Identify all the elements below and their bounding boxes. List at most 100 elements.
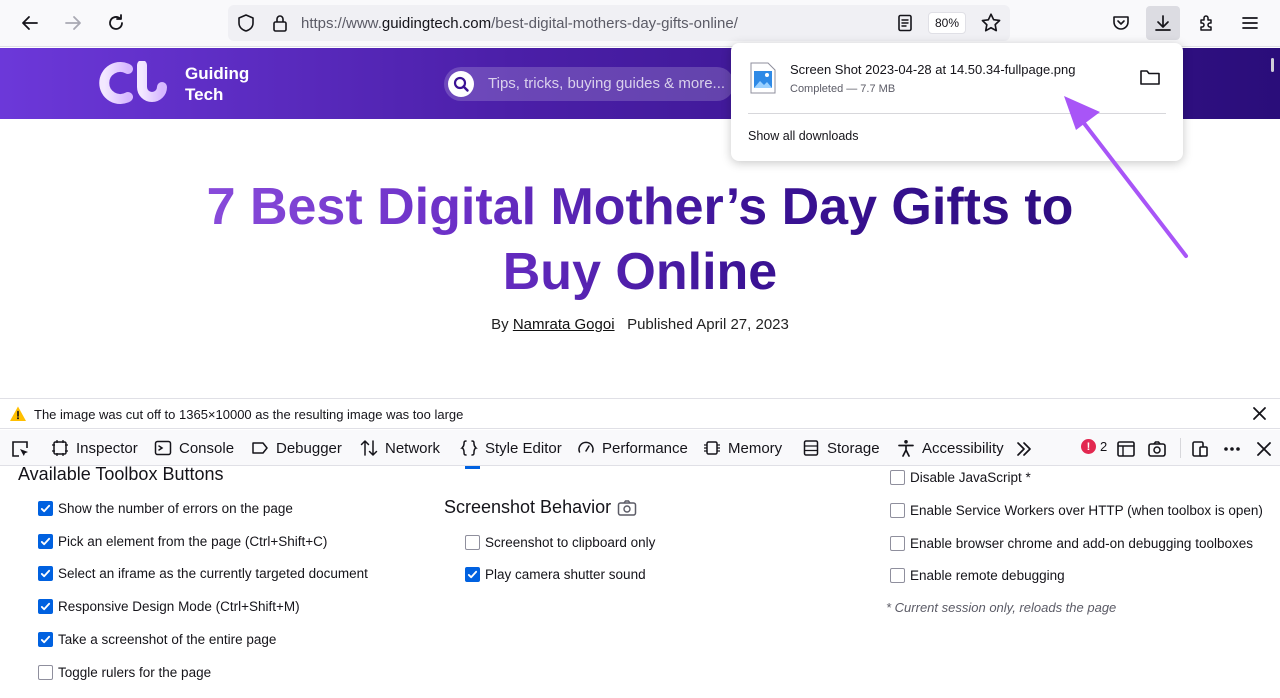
element-picker-icon[interactable] [10, 439, 30, 459]
pocket-button[interactable] [1104, 6, 1138, 40]
checkbox-checked[interactable] [38, 566, 53, 581]
chevron-double-right-icon[interactable] [1014, 439, 1034, 459]
console-icon [154, 440, 172, 456]
warning-text: The image was cut off to 1365×10000 as t… [34, 407, 464, 422]
clipped-checkbox [465, 466, 480, 469]
app-menu-button[interactable] [1233, 6, 1267, 40]
tab-performance[interactable]: Performance [577, 430, 688, 466]
tab-debugger[interactable]: Debugger [251, 430, 342, 466]
download-file-name[interactable]: Screen Shot 2023-04-28 at 14.50.34-fullp… [790, 62, 1076, 77]
tab-memory[interactable]: Memory [703, 430, 782, 466]
toolbar-divider [1180, 438, 1181, 458]
option-chrome-debugging[interactable]: Enable browser chrome and add-on debuggi… [890, 536, 1253, 551]
tab-storage[interactable]: Storage [802, 430, 880, 466]
site-logo-text[interactable]: Guiding Tech [185, 63, 249, 105]
reload-icon [109, 14, 123, 30]
camera-icon [617, 499, 637, 516]
shield-icon[interactable] [236, 13, 256, 33]
checkbox-unchecked[interactable] [890, 470, 905, 485]
checkmark-icon [40, 602, 51, 611]
checkbox-unchecked[interactable] [890, 536, 905, 551]
option-disable-javascript[interactable]: Disable JavaScript * [890, 470, 1031, 485]
option-service-workers[interactable]: Enable Service Workers over HTTP (when t… [890, 503, 1263, 518]
checkmark-icon [40, 569, 51, 578]
checkbox-checked[interactable] [465, 567, 480, 582]
site-search-placeholder: Tips, tricks, buying guides & more... [488, 75, 726, 92]
reader-view-icon[interactable] [895, 13, 915, 33]
url-bar[interactable]: https://www.guidingtech.com/best-digital… [228, 5, 1010, 41]
close-icon[interactable] [1251, 405, 1268, 422]
folder-icon[interactable] [1139, 67, 1161, 87]
checkbox-unchecked[interactable] [465, 535, 480, 550]
hamburger-menu-icon [1242, 17, 1258, 29]
tab-inspector[interactable]: Inspector [51, 430, 138, 466]
bookmark-star-icon[interactable] [980, 12, 1002, 34]
page-scrollbar[interactable] [1271, 58, 1274, 72]
inspector-icon [52, 440, 68, 456]
option-show-error-count[interactable]: Show the number of errors on the page [38, 501, 293, 516]
camera-icon[interactable] [1147, 439, 1167, 459]
option-remote-debugging[interactable]: Enable remote debugging [890, 568, 1065, 583]
gauge-icon [578, 441, 594, 453]
back-button[interactable] [13, 6, 47, 40]
checkbox-unchecked[interactable] [890, 568, 905, 583]
download-icon [1155, 15, 1171, 31]
checkmark-icon [40, 537, 51, 546]
option-screenshot-clipboard[interactable]: Screenshot to clipboard only [465, 535, 655, 550]
arrow-right-icon [65, 16, 81, 30]
option-pick-element[interactable]: Pick an element from the page (Ctrl+Shif… [38, 534, 327, 549]
more-options-icon[interactable] [1222, 439, 1242, 459]
checkbox-checked[interactable] [38, 501, 53, 516]
pocket-icon [1113, 16, 1129, 30]
checkbox-checked[interactable] [38, 599, 53, 614]
image-file-icon[interactable] [750, 62, 776, 94]
option-shutter-sound[interactable]: Play camera shutter sound [465, 567, 646, 582]
iframe-select-icon[interactable] [1116, 439, 1136, 459]
screenshot-warning-bar: The image was cut off to 1365×10000 as t… [0, 398, 1280, 429]
tab-console[interactable]: Console [154, 430, 234, 466]
option-select-iframe[interactable]: Select an iframe as the currently target… [38, 566, 368, 581]
guiding-tech-logo-icon[interactable] [94, 61, 172, 105]
tab-style-editor[interactable]: Style Editor [460, 430, 562, 466]
option-responsive-design[interactable]: Responsive Design Mode (Ctrl+Shift+M) [38, 599, 300, 614]
braces-icon [460, 440, 478, 456]
checkbox-checked[interactable] [38, 534, 53, 549]
reload-button[interactable] [99, 6, 133, 40]
accessibility-icon [898, 440, 914, 457]
checkmark-icon [40, 504, 51, 513]
checkmark-icon [467, 570, 478, 579]
show-all-downloads-button[interactable]: Show all downloads [748, 129, 859, 143]
error-icon: ! [1081, 439, 1096, 454]
error-count-badge[interactable]: ! 2 [1081, 439, 1107, 454]
screenshot-behavior-heading: Screenshot Behavior [444, 497, 637, 518]
article-title: 7 Best Digital Mother’s Day Gifts to Buy… [60, 175, 1220, 305]
browser-toolbar: https://www.guidingtech.com/best-digital… [0, 0, 1280, 47]
zoom-level-button[interactable]: 80% [928, 12, 966, 34]
checkbox-unchecked[interactable] [38, 665, 53, 680]
close-devtools-icon[interactable] [1254, 439, 1274, 459]
option-screenshot-page[interactable]: Take a screenshot of the entire page [38, 632, 276, 647]
downloads-button[interactable] [1146, 6, 1180, 40]
tab-accessibility[interactable]: Accessibility [897, 430, 1004, 466]
author-link[interactable]: Namrata Gogoi [513, 316, 615, 333]
site-search-input[interactable]: Tips, tricks, buying guides & more... [444, 67, 734, 101]
network-arrows-icon [360, 440, 378, 456]
option-toggle-rulers[interactable]: Toggle rulers for the page [38, 665, 211, 680]
url-text[interactable]: https://www.guidingtech.com/best-digital… [301, 15, 738, 32]
lock-icon[interactable] [270, 13, 290, 33]
storage-icon [803, 440, 819, 456]
extensions-button[interactable] [1190, 6, 1224, 40]
checkbox-unchecked[interactable] [890, 503, 905, 518]
annotation-arrow [1064, 96, 1188, 258]
article-byline: By Namrata Gogoi Published April 27, 202… [491, 316, 789, 333]
puzzle-icon [1200, 15, 1212, 31]
forward-button[interactable] [56, 6, 90, 40]
checkbox-checked[interactable] [38, 632, 53, 647]
tab-network[interactable]: Network [360, 430, 440, 466]
dock-side-icon[interactable] [1190, 439, 1210, 459]
toolbox-buttons-heading: Available Toolbox Buttons [18, 466, 224, 484]
session-note: * Current session only, reloads the page [886, 600, 1117, 615]
debugger-icon [252, 442, 268, 454]
memory-chip-icon [704, 441, 720, 455]
checkmark-icon [40, 635, 51, 644]
